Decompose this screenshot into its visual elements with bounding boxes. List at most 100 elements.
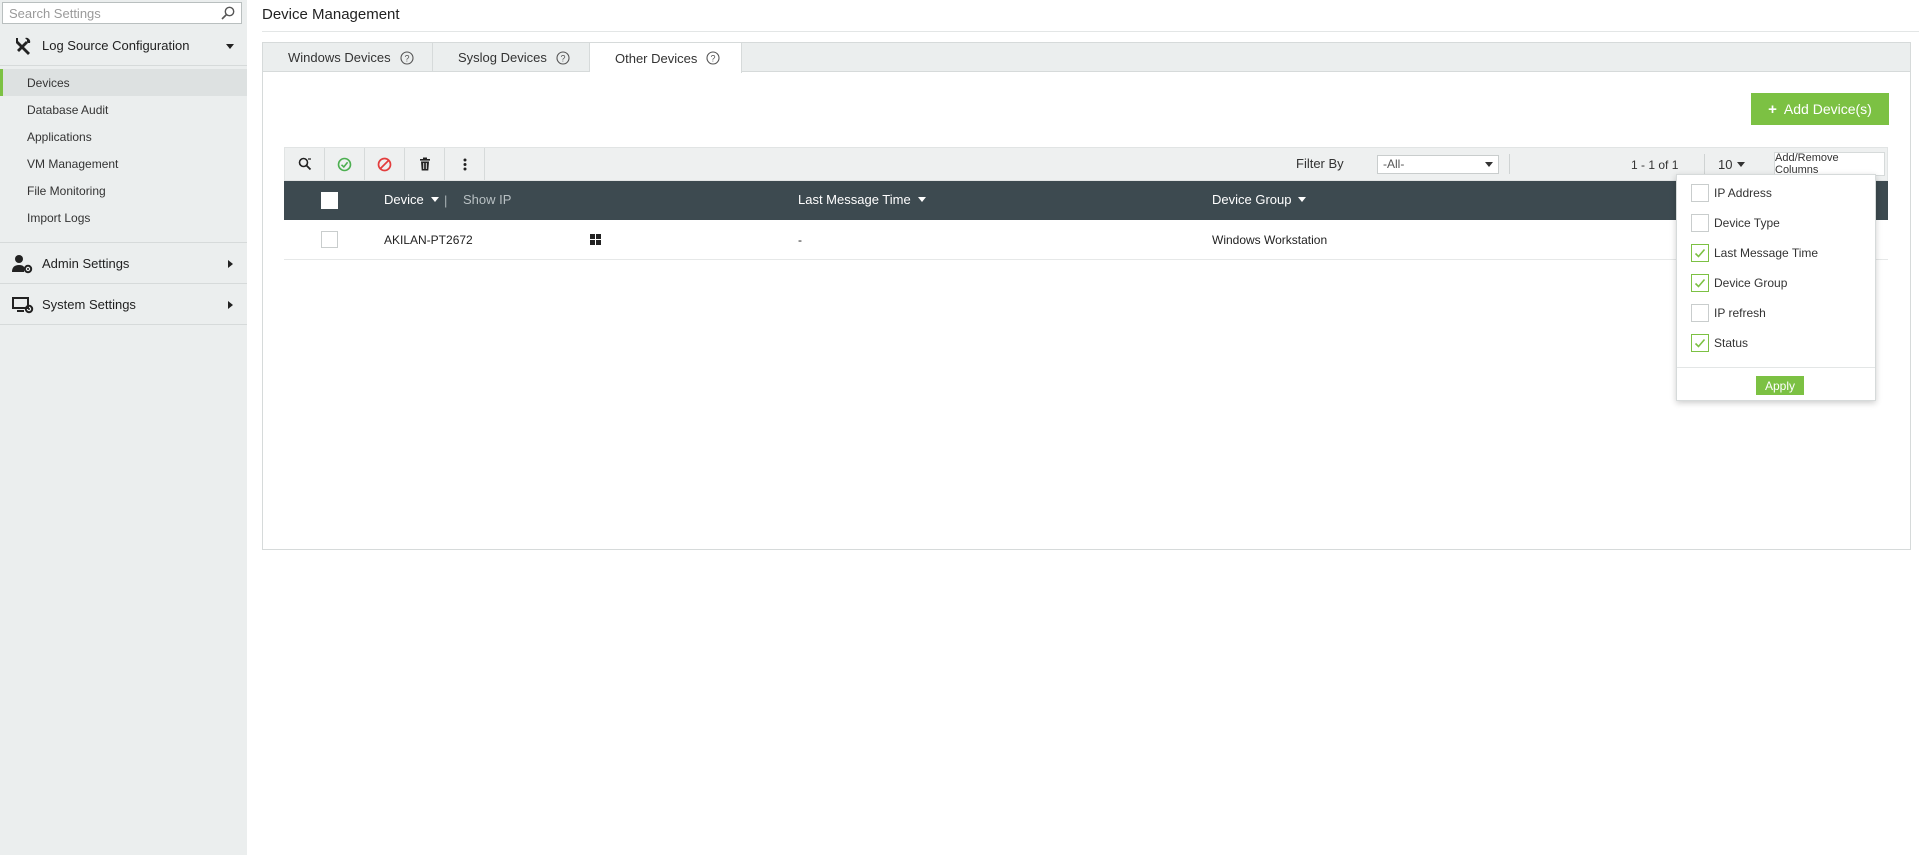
title-divider bbox=[262, 31, 1919, 32]
sidebar-item-import-logs[interactable]: Import Logs bbox=[0, 204, 247, 231]
tab-label: Other Devices bbox=[615, 50, 698, 66]
sort-caret-icon bbox=[430, 197, 439, 202]
column-option-label: IP refresh bbox=[1714, 306, 1766, 320]
column-header-device-group[interactable]: Device Group bbox=[1212, 192, 1307, 207]
filter-by-label: Filter By bbox=[1296, 156, 1344, 171]
tabs-bar: Windows Devices ? Syslog Devices ? Other… bbox=[263, 43, 1910, 73]
more-actions-button[interactable] bbox=[445, 148, 485, 180]
nav-group-admin-settings[interactable]: Admin Settings bbox=[0, 244, 247, 284]
windows-icon bbox=[590, 234, 601, 245]
help-icon[interactable]: ? bbox=[556, 50, 570, 65]
column-option-status[interactable]: Status bbox=[1677, 328, 1877, 358]
tab-other-devices[interactable]: Other Devices ? bbox=[590, 43, 742, 73]
sidebar-item-applications[interactable]: Applications bbox=[0, 123, 247, 150]
table-row[interactable]: AKILAN-PT2672 - Windows Workstation bbox=[284, 220, 1888, 260]
toolbar-divider bbox=[1704, 154, 1705, 174]
sidebar-item-label: Devices bbox=[27, 75, 70, 90]
tab-label: Syslog Devices bbox=[458, 50, 547, 65]
column-option-label: Status bbox=[1714, 336, 1749, 350]
sidebar-item-label: Database Audit bbox=[27, 102, 109, 117]
disable-devices-button[interactable] bbox=[365, 148, 405, 180]
settings-sidebar: Log Source Configuration Devices Databas… bbox=[0, 0, 247, 855]
nav-group-label: System Settings bbox=[42, 297, 136, 312]
sort-caret-icon bbox=[917, 197, 926, 202]
svg-text:?: ? bbox=[404, 53, 409, 63]
last-message-time-cell: - bbox=[798, 233, 802, 247]
search-settings-box[interactable] bbox=[2, 2, 242, 24]
column-header-device[interactable]: Device bbox=[384, 192, 439, 207]
chevron-right-icon bbox=[228, 300, 233, 309]
help-icon[interactable]: ? bbox=[706, 51, 720, 65]
page-title: Device Management bbox=[262, 6, 400, 23]
nav-group-system-settings[interactable]: System Settings bbox=[0, 285, 247, 325]
filter-by-select[interactable]: -All- bbox=[1377, 155, 1499, 174]
nav-group-label: Log Source Configuration bbox=[42, 38, 190, 53]
add-remove-columns-label: Add/Remove Columns bbox=[1775, 152, 1839, 176]
tab-syslog-devices[interactable]: Syslog Devices ? bbox=[433, 43, 590, 72]
tab-label: Windows Devices bbox=[288, 50, 391, 65]
apply-columns-button[interactable]: Apply bbox=[1756, 376, 1804, 395]
column-checkbox[interactable] bbox=[1691, 304, 1709, 322]
column-option-ip-refresh[interactable]: IP refresh bbox=[1677, 298, 1877, 328]
sidebar-item-label: VM Management bbox=[27, 156, 119, 171]
add-devices-button[interactable]: + Add Device(s) bbox=[1751, 93, 1889, 125]
device-panel: Windows Devices ? Syslog Devices ? Other… bbox=[262, 42, 1911, 550]
device-name-cell[interactable]: AKILAN-PT2672 bbox=[384, 233, 473, 247]
enable-check-icon bbox=[337, 157, 352, 171]
sidebar-item-file-monitoring[interactable]: File Monitoring bbox=[0, 177, 247, 204]
column-header-label: Device Group bbox=[1212, 192, 1292, 207]
chevron-down-icon bbox=[1485, 162, 1493, 167]
select-all-checkbox[interactable] bbox=[321, 192, 338, 209]
column-option-device-group[interactable]: Device Group bbox=[1677, 268, 1877, 298]
nav-group-label: Admin Settings bbox=[42, 256, 130, 271]
column-option-device-type[interactable]: Device Type bbox=[1677, 208, 1877, 238]
table-toolbar: Filter By -All- 1 - 1 of 1 10 Add/Remove… bbox=[284, 147, 1888, 181]
sidebar-item-label: Applications bbox=[27, 129, 92, 144]
more-vertical-icon bbox=[463, 158, 466, 170]
toolbar-divider bbox=[1509, 154, 1510, 174]
search-filter-button[interactable] bbox=[285, 148, 325, 180]
pagination-range: 1 - 1 of 1 bbox=[1631, 158, 1679, 172]
column-option-label: Last Message Time bbox=[1714, 246, 1819, 260]
column-option-label: IP Address bbox=[1714, 186, 1772, 200]
svg-text:?: ? bbox=[711, 54, 716, 64]
column-header-last-message-time[interactable]: Last Message Time bbox=[798, 192, 926, 207]
sort-caret-icon bbox=[1298, 197, 1307, 202]
checkmark-icon bbox=[1694, 278, 1706, 288]
search-settings-input[interactable] bbox=[3, 3, 213, 23]
column-header-label: Device bbox=[384, 192, 424, 207]
device-group-cell: Windows Workstation bbox=[1212, 233, 1328, 247]
sidebar-item-vm-management[interactable]: VM Management bbox=[0, 150, 247, 177]
sidebar-item-database-audit[interactable]: Database Audit bbox=[0, 96, 247, 123]
column-checkbox[interactable] bbox=[1691, 274, 1709, 292]
disable-icon bbox=[377, 157, 392, 171]
delete-trash-icon bbox=[419, 157, 430, 171]
show-ip-link[interactable]: Show IP bbox=[463, 192, 511, 207]
column-checkbox[interactable] bbox=[1691, 214, 1709, 232]
add-devices-label: Add Device(s) bbox=[1783, 101, 1872, 117]
page-size-select[interactable]: 10 bbox=[1718, 157, 1746, 172]
add-remove-columns-button[interactable]: Add/Remove Columns bbox=[1774, 152, 1885, 176]
svg-text:?: ? bbox=[560, 53, 565, 63]
sidebar-item-label: File Monitoring bbox=[27, 183, 106, 198]
search-filter-icon bbox=[298, 157, 311, 171]
sidebar-item-devices[interactable]: Devices bbox=[0, 69, 247, 96]
column-checkbox[interactable] bbox=[1691, 334, 1709, 352]
delete-devices-button[interactable] bbox=[405, 148, 445, 180]
column-checkbox[interactable] bbox=[1691, 244, 1709, 262]
page-size-value: 10 bbox=[1718, 157, 1733, 172]
filter-by-value: -All- bbox=[1383, 157, 1405, 171]
column-checkbox[interactable] bbox=[1691, 184, 1709, 202]
chevron-right-icon bbox=[228, 259, 233, 268]
chevron-down-icon bbox=[1737, 162, 1746, 167]
help-icon[interactable]: ? bbox=[400, 50, 414, 65]
plus-icon: + bbox=[1768, 100, 1777, 118]
enable-devices-button[interactable] bbox=[325, 148, 365, 180]
column-option-last-message-time[interactable]: Last Message Time bbox=[1677, 238, 1877, 268]
search-icon[interactable] bbox=[221, 6, 235, 20]
tab-windows-devices[interactable]: Windows Devices ? bbox=[263, 43, 433, 72]
nav-group-log-source-configuration[interactable]: Log Source Configuration bbox=[0, 26, 247, 66]
column-header-label: Last Message Time bbox=[798, 192, 911, 207]
column-option-ip-address[interactable]: IP Address bbox=[1677, 178, 1877, 208]
row-checkbox[interactable] bbox=[321, 231, 338, 248]
